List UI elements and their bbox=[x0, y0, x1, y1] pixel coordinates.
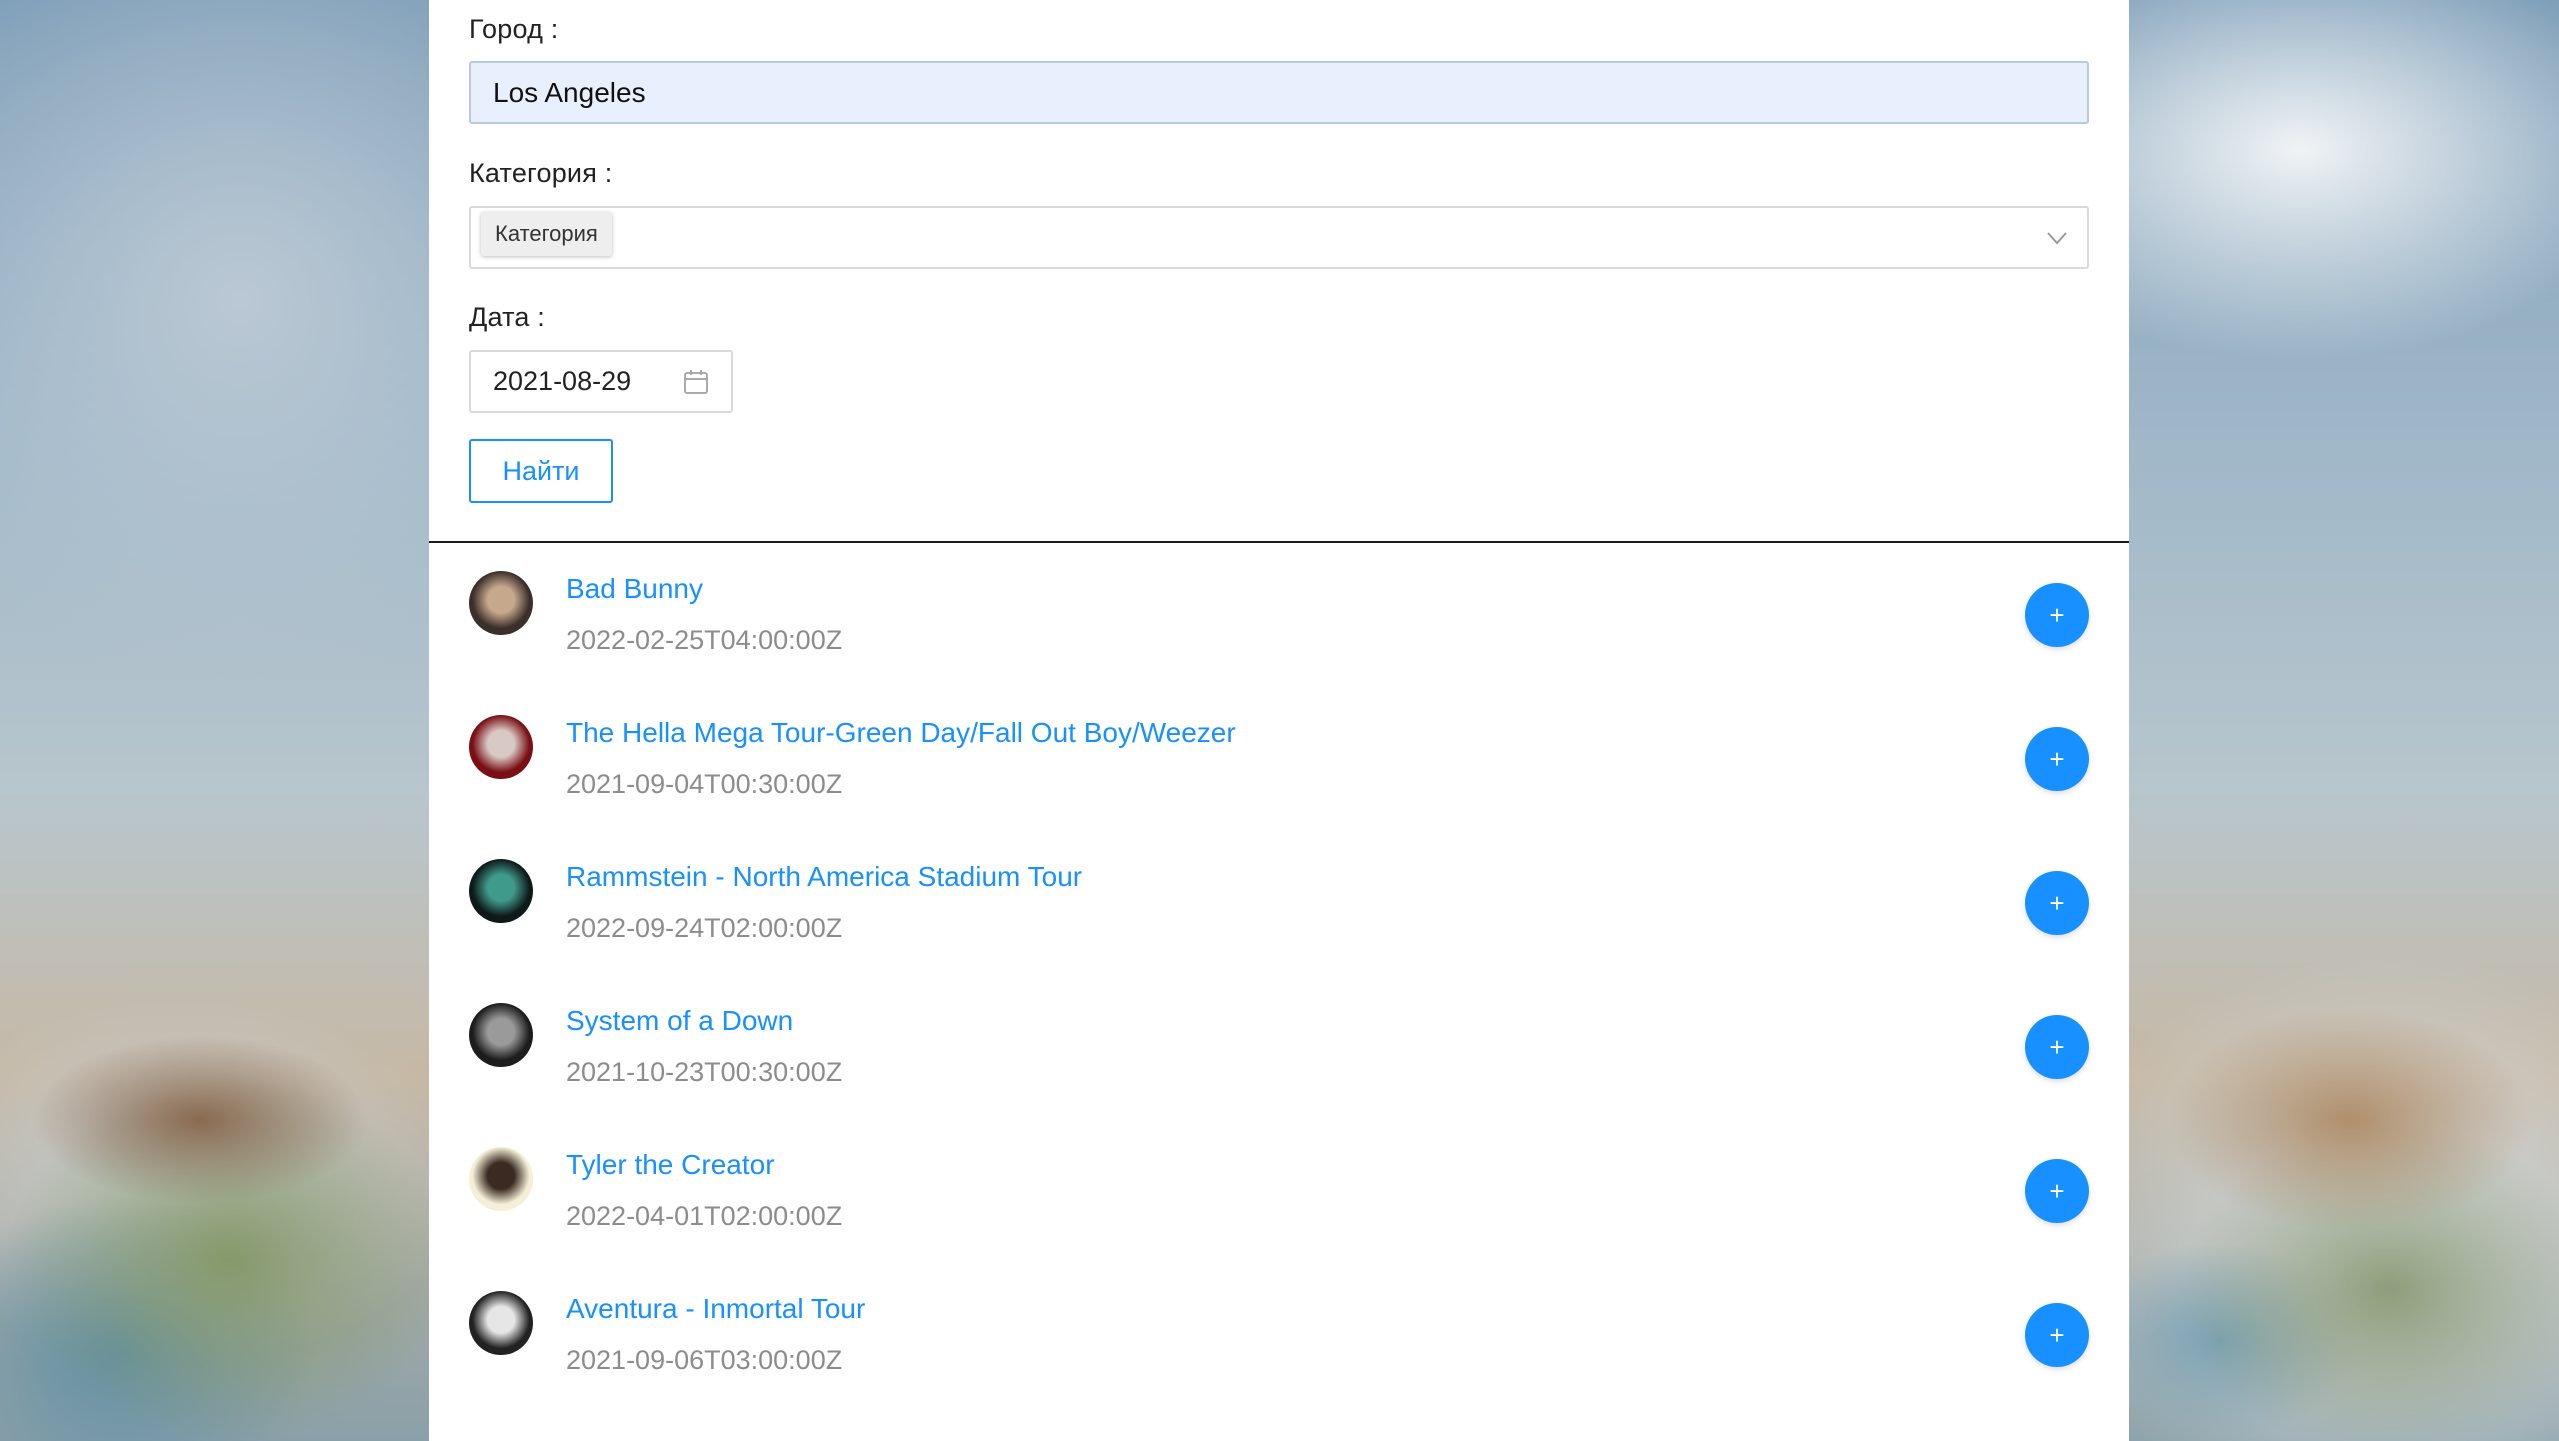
event-date: 2022-04-01T02:00:00Z bbox=[566, 1201, 843, 1231]
list-item: Tyler the Creator 2022-04-01T02:00:00Z + bbox=[429, 1119, 2129, 1263]
event-list: Bad Bunny 2022-02-25T04:00:00Z + The Hella … bbox=[429, 543, 2129, 1407]
event-avatar bbox=[469, 859, 533, 923]
event-avatar bbox=[469, 715, 533, 779]
city-input[interactable]: Los Angeles bbox=[469, 61, 2089, 124]
list-item: Bad Bunny 2022-02-25T04:00:00Z + bbox=[429, 543, 2129, 687]
background-land-left bbox=[0, 880, 440, 1441]
event-date: 2022-02-25T04:00:00Z bbox=[566, 625, 843, 655]
event-avatar bbox=[469, 1147, 533, 1211]
add-event-button[interactable]: + bbox=[2025, 1303, 2089, 1367]
city-label: Город : bbox=[469, 14, 559, 44]
list-item: System of a Down 2021-10-23T00:30:00Z + bbox=[429, 975, 2129, 1119]
add-event-button[interactable]: + bbox=[2025, 727, 2089, 791]
event-title-link[interactable]: Tyler the Creator bbox=[566, 1149, 775, 1181]
search-panel: Город : Los Angeles Категория : Категори… bbox=[429, 0, 2129, 1441]
event-title-link[interactable]: Rammstein - North America Stadium Tour bbox=[566, 861, 1082, 893]
add-event-button[interactable]: + bbox=[2025, 1159, 2089, 1223]
list-item: Aventura - Inmortal Tour 2021-09-06T03:00… bbox=[429, 1263, 2129, 1407]
category-select[interactable]: Категория bbox=[469, 206, 2089, 269]
event-title-link[interactable]: Aventura - Inmortal Tour bbox=[566, 1293, 865, 1325]
list-item: Rammstein - North America Stadium Tour 20… bbox=[429, 831, 2129, 975]
event-avatar bbox=[469, 1003, 533, 1067]
event-title-link[interactable]: System of a Down bbox=[566, 1005, 793, 1037]
find-button[interactable]: Найти bbox=[469, 439, 613, 503]
date-value: 2021-08-29 bbox=[493, 366, 632, 396]
event-avatar bbox=[469, 1291, 533, 1355]
add-event-button[interactable]: + bbox=[2025, 871, 2089, 935]
event-date: 2021-09-04T00:30:00Z bbox=[566, 769, 843, 799]
calendar-icon bbox=[684, 370, 708, 394]
event-date: 2021-09-06T03:00:00Z bbox=[566, 1345, 843, 1375]
add-event-button[interactable]: + bbox=[2025, 583, 2089, 647]
background-land-right bbox=[2130, 820, 2559, 1441]
event-title-link[interactable]: Bad Bunny bbox=[566, 573, 703, 605]
event-date: 2022-09-24T02:00:00Z bbox=[566, 913, 843, 943]
event-avatar bbox=[469, 571, 533, 635]
add-event-button[interactable]: + bbox=[2025, 1015, 2089, 1079]
category-label: Категория : bbox=[469, 158, 613, 188]
date-picker[interactable]: 2021-08-29 bbox=[469, 350, 733, 413]
date-label: Дата : bbox=[469, 302, 545, 332]
list-item: The Hella Mega Tour-Green Day/Fall Out B… bbox=[429, 687, 2129, 831]
event-date: 2021-10-23T00:30:00Z bbox=[566, 1057, 843, 1087]
chevron-down-icon bbox=[2047, 232, 2067, 245]
event-title-link[interactable]: The Hella Mega Tour-Green Day/Fall Out B… bbox=[566, 717, 1236, 749]
category-tag: Категория bbox=[481, 212, 612, 256]
